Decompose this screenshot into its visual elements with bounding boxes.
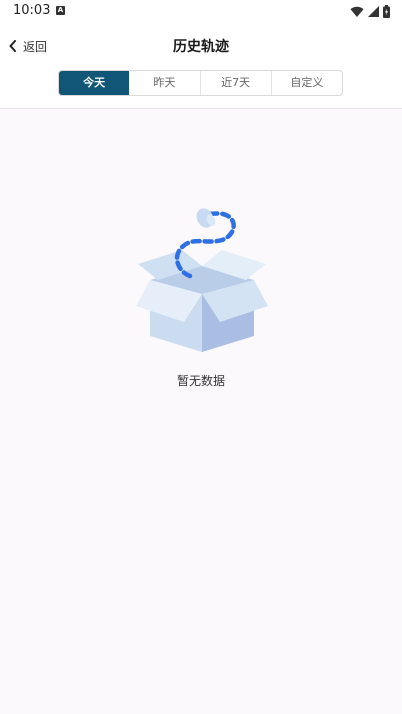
empty-box-icon (136, 208, 268, 352)
status-bar: 10:03 A (0, 0, 402, 24)
signal-icon (368, 5, 379, 17)
wifi-icon (350, 6, 364, 17)
status-icons (350, 5, 390, 18)
tab-custom[interactable]: 自定义 (272, 71, 342, 95)
page-title: 历史轨迹 (173, 39, 229, 55)
tab-today[interactable]: 今天 (59, 71, 130, 95)
app-header: 返回 历史轨迹 今天 昨天 近7天 自定义 (0, 24, 402, 109)
tab-last-7-days[interactable]: 近7天 (201, 71, 272, 95)
status-time: 10:03 (13, 3, 51, 18)
tab-yesterday[interactable]: 昨天 (129, 71, 201, 95)
battery-icon (383, 5, 390, 18)
notification-badge-icon: A (56, 6, 65, 15)
date-range-tabs: 今天 昨天 近7天 自定义 (58, 70, 343, 96)
empty-state-text: 暂无数据 (176, 374, 225, 388)
